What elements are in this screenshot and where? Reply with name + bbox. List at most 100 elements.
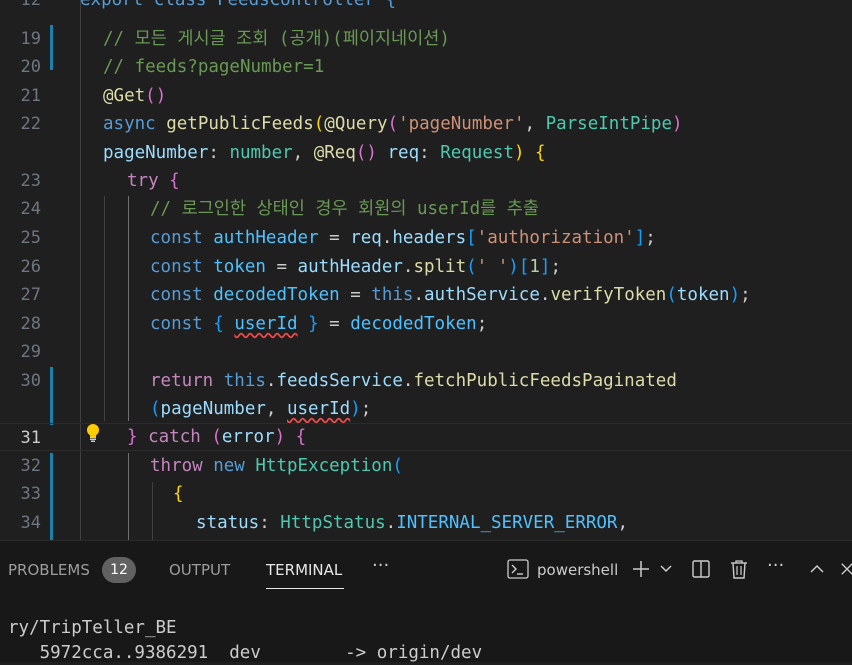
keyword: return	[150, 371, 214, 391]
paren: )	[672, 114, 683, 134]
decorator: @Get	[103, 86, 146, 106]
keyword: const	[150, 314, 203, 334]
line-number: 28	[20, 314, 41, 334]
terminal-shell-name[interactable]: powershell	[537, 560, 618, 580]
code-line: 33 {	[0, 480, 852, 508]
paren: (	[387, 114, 399, 134]
type: number	[229, 143, 293, 163]
enum-member: INTERNAL_SERVER_ERROR	[396, 513, 618, 533]
code-line: 30 return this.feedsService.fetchPublicF…	[0, 367, 852, 395]
code-line: 25 const authHeader = req.headers['autho…	[0, 224, 852, 252]
line-number: 25	[20, 228, 41, 248]
punct: .	[385, 513, 397, 533]
terminal-output-line: 5972cca..9386291 dev -> origin/dev	[8, 643, 483, 663]
decorator: @Req	[313, 143, 356, 163]
punct: .	[265, 371, 277, 391]
line-number: 23	[20, 171, 41, 191]
punct: ;	[740, 285, 751, 305]
comment: // 로그인한 상태인 경우 회원의 userId를 추출	[150, 199, 540, 219]
variable: authHeader	[297, 257, 403, 277]
operator: =	[339, 285, 372, 305]
paren: )	[155, 86, 167, 106]
paren: (	[392, 456, 403, 476]
string: ' '	[476, 257, 509, 277]
paren: )	[508, 257, 519, 277]
code-line: 24 // 로그인한 상태인 경우 회원의 userId를 추출	[0, 195, 852, 223]
bracket: [	[518, 257, 530, 277]
method: split	[413, 257, 467, 277]
tab-terminal[interactable]: TERMINAL	[266, 560, 342, 580]
class-name: HttpException	[255, 456, 393, 476]
punct: ,	[265, 399, 287, 419]
keyword: const	[150, 228, 203, 248]
tab-output[interactable]: OUTPUT	[169, 560, 230, 580]
code-line: 34 status: HttpStatus.INTERNAL_SERVER_ER…	[0, 509, 852, 537]
variable: decodedToken	[213, 285, 340, 305]
variable: token	[676, 285, 730, 305]
type: Request	[440, 143, 514, 163]
paren: (	[150, 399, 161, 419]
string: 'authorization'	[476, 228, 635, 248]
punct: .	[402, 371, 414, 391]
keyword: async	[103, 114, 156, 134]
punct: .	[413, 285, 424, 305]
brace: {	[213, 314, 224, 334]
variable-with-error[interactable]: userId	[287, 399, 350, 419]
punct: ;	[550, 257, 562, 277]
code-line: 19 // 모든 게시글 조회 (공개)(페이지네이션)	[0, 25, 852, 53]
line-number: 32	[20, 456, 41, 476]
new-terminal-plus-icon[interactable]	[629, 557, 653, 581]
punct: .	[381, 228, 393, 248]
terminal-icon	[506, 557, 530, 581]
paren: (	[466, 257, 477, 277]
keyword: const	[150, 257, 203, 277]
bracket: ]	[539, 257, 551, 277]
class-name: HttpStatus	[280, 513, 386, 533]
variable: error	[221, 427, 275, 447]
variable-with-error[interactable]: userId	[234, 314, 297, 334]
paren: (	[145, 86, 156, 106]
punct: .	[402, 257, 414, 277]
brace: {	[524, 143, 546, 163]
punct: :	[259, 513, 281, 533]
chevron-down-icon[interactable]	[656, 557, 676, 581]
more-actions-button[interactable]: ···	[767, 556, 784, 576]
chevron-up-icon[interactable]	[806, 557, 828, 581]
brace: {	[158, 171, 180, 191]
more-tabs-button[interactable]: ···	[372, 556, 389, 576]
line-number: 29	[20, 342, 41, 362]
code-line: 23 try {	[0, 167, 852, 195]
brace: {	[295, 427, 307, 447]
trash-icon[interactable]	[727, 557, 751, 581]
paren: )	[350, 399, 361, 419]
keyword: catch	[148, 427, 201, 447]
paren: )	[513, 143, 525, 163]
line-number: 34	[20, 513, 41, 533]
lightbulb-icon[interactable]	[85, 423, 101, 443]
current-code-line: 31 } catch (error) {	[0, 423, 852, 451]
keyword: new	[213, 456, 245, 476]
code-line-wrapped: (pageNumber, userId);	[0, 395, 852, 423]
code-line: 32 throw new HttpException(	[0, 452, 852, 480]
active-tab-indicator	[266, 588, 344, 589]
split-terminal-icon[interactable]	[689, 557, 713, 581]
bracket: [	[466, 228, 477, 248]
punct: ;	[645, 228, 656, 248]
keyword: const	[150, 285, 203, 305]
property: status	[196, 513, 260, 533]
tab-problems[interactable]: PROBLEMS	[8, 560, 90, 580]
comment: // feeds?pageNumber=1	[103, 57, 325, 77]
comment: // 모든 게시글 조회 (공개)(페이지네이션)	[103, 29, 450, 49]
code-line: 28 const { userId } = decodedToken;	[0, 310, 852, 338]
punct: ,	[292, 143, 314, 163]
brace: {	[173, 484, 184, 504]
class-name: ParseIntPipe	[545, 114, 673, 134]
punct: .	[539, 285, 551, 305]
method: verifyToken	[550, 285, 667, 305]
close-panel-icon[interactable]	[840, 557, 852, 581]
paren: )	[274, 427, 286, 447]
terminal-output-line: ry/TripTeller_BE	[8, 618, 177, 638]
keyword: this	[223, 371, 266, 391]
code-line: 27 const decodedToken = this.authService…	[0, 281, 852, 309]
code-editor[interactable]: 12 export class FeedsController { 19 // …	[0, 0, 852, 540]
